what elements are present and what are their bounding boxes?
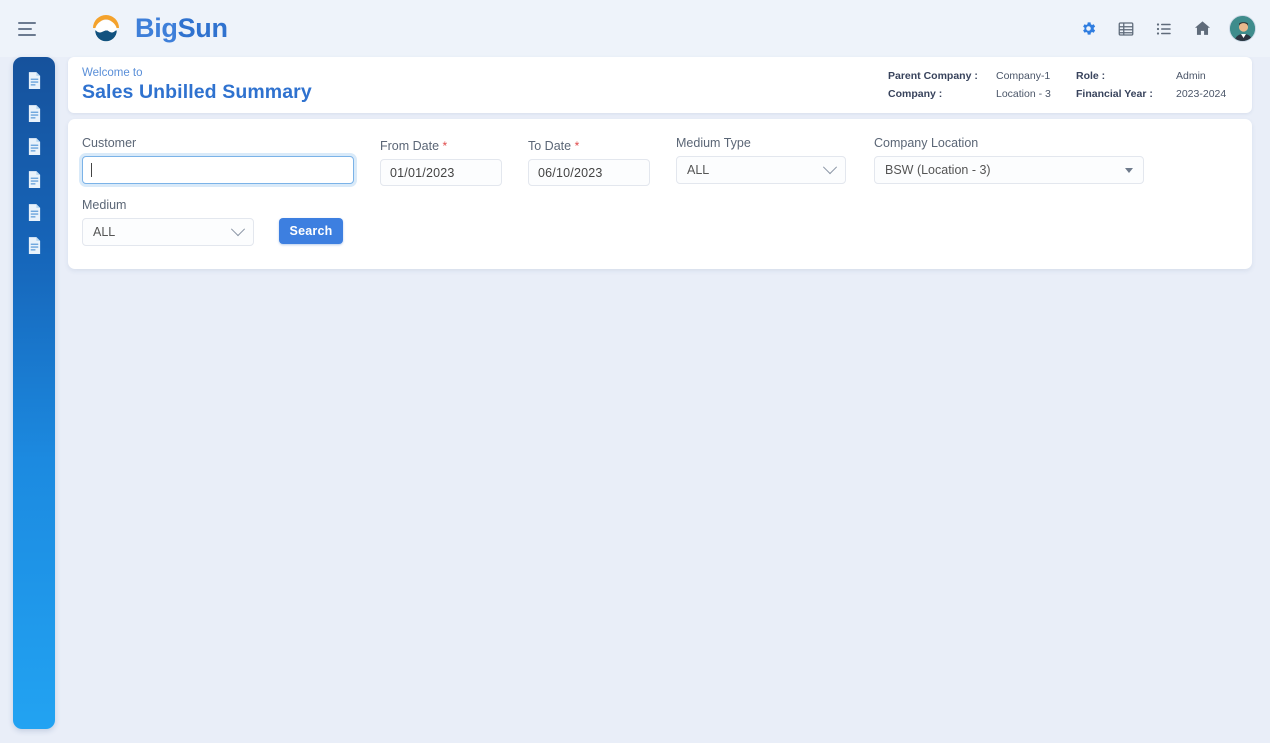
customer-input[interactable] <box>82 156 354 184</box>
from-date-value: 01/01/2023 <box>390 165 455 180</box>
document-icon <box>28 236 40 254</box>
medium-select[interactable]: ALL <box>82 218 254 246</box>
document-icon <box>28 137 40 155</box>
brand-name: BigSun <box>135 13 228 43</box>
financial-year-value: 2023-2024 <box>1176 87 1227 100</box>
to-date-field-group: To Date * 06/10/2023 <box>528 139 650 186</box>
settings-gear-icon[interactable] <box>1077 18 1099 40</box>
medium-type-value: ALL <box>687 163 710 177</box>
search-button[interactable]: Search <box>279 218 343 244</box>
page-title: Sales Unbilled Summary <box>82 81 312 103</box>
customer-field-group: Customer <box>82 136 354 184</box>
sidebar-item-document-2[interactable] <box>23 102 45 124</box>
grid-table-icon[interactable] <box>1115 18 1137 40</box>
sidebar-item-document-3[interactable] <box>23 135 45 157</box>
from-date-label: From Date * <box>380 139 448 153</box>
document-icon <box>28 170 40 188</box>
sidebar-navigation <box>13 57 55 729</box>
page-title-block: Welcome to Sales Unbilled Summary <box>82 66 312 104</box>
meta-labels-left: Parent Company : Company : <box>888 70 996 101</box>
hamburger-menu-icon[interactable] <box>18 14 48 44</box>
company-location-select[interactable]: BSW (Location - 3) <box>874 156 1144 184</box>
list-icon[interactable] <box>1153 18 1175 40</box>
avatar-illustration <box>1230 16 1255 41</box>
medium-type-label: Medium Type <box>676 136 751 150</box>
document-icon <box>28 71 40 89</box>
company-location-value: BSW (Location - 3) <box>885 163 991 177</box>
welcome-banner: Welcome to Sales Unbilled Summary Parent… <box>68 57 1252 113</box>
company-meta-info: Parent Company : Company : Company-1 Loc… <box>888 70 1236 101</box>
company-value: Location - 3 <box>996 87 1051 100</box>
parent-company-label: Parent Company : <box>888 69 978 82</box>
search-filter-card: Customer From Date * 01/01/2023 To Date … <box>68 119 1252 269</box>
caret-down-icon <box>1125 167 1133 173</box>
medium-value: ALL <box>93 225 116 239</box>
financial-year-label: Financial Year : <box>1076 87 1153 100</box>
company-label: Company : <box>888 87 943 100</box>
sidebar-item-document-6[interactable] <box>23 234 45 256</box>
chevron-down-icon <box>822 160 838 175</box>
from-date-input[interactable]: 01/01/2023 <box>380 159 502 186</box>
sidebar-item-document-5[interactable] <box>23 201 45 223</box>
meta-values-right: Admin 2023-2024 <box>1176 70 1236 101</box>
required-asterisk: * <box>442 139 448 153</box>
chevron-down-icon <box>230 222 246 237</box>
medium-label: Medium <box>82 198 127 212</box>
to-date-input[interactable]: 06/10/2023 <box>528 159 650 186</box>
sun-wave-logo-icon <box>93 14 119 42</box>
meta-values-left: Company-1 Location - 3 <box>996 70 1076 101</box>
medium-type-field-group: Medium Type ALL <box>676 136 846 184</box>
welcome-text: Welcome to <box>82 67 143 79</box>
hamburger-line <box>18 33 36 36</box>
document-icon <box>28 203 40 221</box>
customer-label: Customer <box>82 136 137 150</box>
sidebar-item-document-4[interactable] <box>23 168 45 190</box>
user-avatar[interactable] <box>1229 15 1256 42</box>
sidebar-item-document-1[interactable] <box>23 69 45 91</box>
home-icon[interactable] <box>1191 18 1213 40</box>
top-bar-icon-group <box>1077 0 1256 57</box>
parent-company-value: Company-1 <box>996 69 1051 82</box>
required-asterisk: * <box>574 139 580 153</box>
hamburger-line <box>18 27 32 30</box>
role-value: Admin <box>1176 69 1206 82</box>
company-location-label: Company Location <box>874 136 979 150</box>
medium-type-select[interactable]: ALL <box>676 156 846 184</box>
to-date-value: 06/10/2023 <box>538 165 603 180</box>
text-cursor <box>91 163 92 177</box>
top-bar: BigSun <box>0 0 1270 57</box>
role-label: Role : <box>1076 69 1106 82</box>
hamburger-line <box>18 21 36 24</box>
to-date-label: To Date * <box>528 139 580 153</box>
meta-labels-right: Role : Financial Year : <box>1076 70 1176 101</box>
company-location-field-group: Company Location BSW (Location - 3) <box>874 136 1144 184</box>
document-icon <box>28 104 40 122</box>
brand-logo[interactable]: BigSun <box>86 9 228 49</box>
medium-field-group: Medium ALL <box>82 198 254 246</box>
from-date-field-group: From Date * 01/01/2023 <box>380 139 502 186</box>
